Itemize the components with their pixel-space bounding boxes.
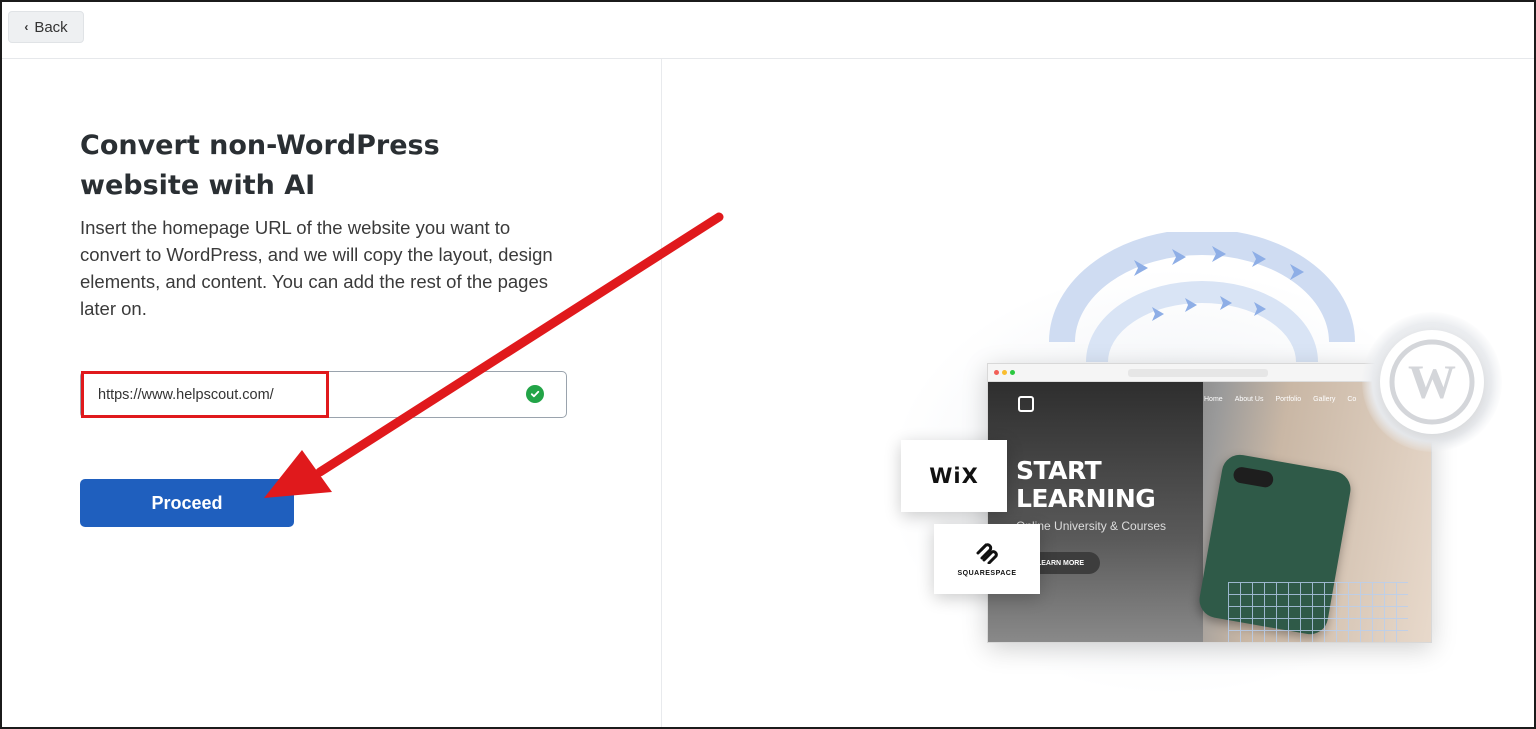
back-button[interactable]: ‹ Back: [8, 11, 84, 43]
app-window: ‹ Back Convert non-WordPress website wit…: [0, 0, 1536, 729]
svg-text:W: W: [1408, 356, 1456, 409]
squarespace-label: SQUARESPACE: [957, 569, 1017, 577]
grid-pattern: [1228, 582, 1408, 642]
proceed-button-label: Proceed: [151, 492, 223, 513]
site-nav-item: About Us: [1234, 396, 1264, 403]
site-hero: Home About Us Portfolio Gallery Co START…: [988, 382, 1431, 642]
page-description: Insert the homepage URL of the website y…: [80, 217, 553, 319]
panel-divider: [661, 59, 662, 727]
wordpress-icon: W: [1380, 330, 1484, 434]
squarespace-icon: [976, 542, 998, 564]
site-nav: Home About Us Portfolio Gallery Co: [1204, 396, 1356, 403]
site-nav-item: Co: [1347, 396, 1357, 403]
hero-title: START LEARNING: [1016, 456, 1156, 513]
proceed-button[interactable]: Proceed: [80, 479, 294, 527]
browser-address-bar: [1128, 369, 1268, 377]
top-bar: ‹ Back: [2, 2, 1534, 59]
transfer-arrows-graphic: [1049, 232, 1355, 363]
page-title: Convert non-WordPress website with AI: [80, 130, 440, 201]
wordpress-badge: W: [1362, 312, 1502, 452]
site-nav-item: Gallery: [1313, 396, 1336, 403]
back-button-label: Back: [34, 18, 68, 36]
chevron-left-icon: ‹: [24, 20, 29, 34]
url-highlight-box: [81, 371, 329, 418]
site-logo-icon: [1018, 396, 1034, 412]
site-nav-item: Portfolio: [1275, 396, 1302, 403]
wix-logo-card: WiX: [901, 440, 1007, 512]
site-nav-item: Home: [1204, 396, 1223, 403]
squarespace-logo-card: SQUARESPACE: [934, 524, 1040, 594]
conversion-illustration: Home About Us Portfolio Gallery Co START…: [852, 232, 1502, 702]
form-panel: Convert non-WordPress website with AI In…: [80, 126, 580, 322]
check-circle-icon: [526, 385, 544, 403]
